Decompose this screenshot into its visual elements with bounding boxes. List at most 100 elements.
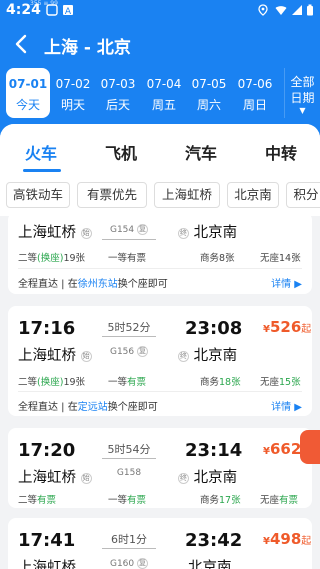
train-number: G154 复	[109, 224, 149, 235]
departure-time: 17:16	[18, 318, 76, 339]
content-panel: 火车 飞机 汽车 中转 高铁动车 有票优先 上海虹桥 北京南 积分 上海虹桥 始…	[0, 124, 320, 569]
app-notification-icon: A	[63, 5, 73, 16]
train-card[interactable]: 17:16 5时52分 23:08 ¥526起 上海虹桥 始 G156 复 终 …	[8, 306, 312, 416]
seat-standing: 无座14张	[260, 253, 301, 264]
departure-time: 17:20	[18, 440, 76, 461]
date-label: 07-04	[146, 77, 182, 91]
all-dates-button[interactable]: 全部日期 ▼	[284, 68, 320, 118]
title-bar: 上海 - 北京	[0, 28, 320, 60]
location-icon	[258, 4, 268, 16]
tab-bus[interactable]: 汽车	[185, 140, 217, 164]
seat-business: 商务18张	[200, 377, 241, 388]
route-line	[102, 458, 156, 459]
date-label: 07-06	[237, 77, 273, 91]
date-item-0704[interactable]: 07-04 周五	[142, 68, 186, 118]
date-item-0705[interactable]: 07-05 周六	[187, 68, 231, 118]
active-tab-indicator	[23, 169, 61, 172]
train-number: G156 复	[109, 346, 149, 357]
route-line	[102, 239, 156, 240]
train-number: G158	[116, 468, 142, 478]
date-label: 07-03	[100, 77, 136, 91]
arrival-time: 23:42	[185, 530, 243, 551]
day-label: 周六	[196, 98, 221, 112]
date-item-0702[interactable]: 07-02 明天	[51, 68, 95, 118]
filter-bar: 高铁动车 有票优先 上海虹桥 北京南 积分	[0, 176, 320, 216]
seat-standing: 无座有票	[260, 495, 299, 506]
transport-tabs: 火车 飞机 汽车 中转	[0, 124, 320, 176]
price: ¥498起	[263, 530, 312, 548]
day-label: 明天	[60, 98, 85, 112]
seat-first-class: 一等有票	[108, 495, 147, 506]
arrival-station: 北京南	[188, 560, 232, 569]
battery-icon	[307, 4, 313, 16]
tab-train[interactable]: 火车	[25, 140, 57, 164]
date-item-0703[interactable]: 07-03 后天	[96, 68, 140, 118]
departure-station: 上海虹桥 始	[18, 348, 92, 364]
train-number: G160 复	[109, 558, 149, 569]
seat-second-class: 二等有票	[18, 495, 57, 506]
terminal-tag: 终	[178, 472, 189, 484]
details-link[interactable]: 详情 ▶	[271, 275, 302, 290]
date-label: 07-02	[55, 77, 91, 91]
arrival-station: 终 北京南	[178, 470, 238, 486]
date-item-0706[interactable]: 07-06 周日	[233, 68, 277, 118]
fuxing-tag: 复	[137, 224, 149, 235]
filter-tickets-first[interactable]: 有票优先	[77, 182, 147, 208]
train-card[interactable]: 17:20 5时54分 23:14 ¥662起 上海虹桥 始 G158 终 北京…	[8, 428, 312, 508]
filter-high-speed[interactable]: 高铁动车	[6, 182, 70, 208]
divider	[18, 391, 302, 392]
play-arrow-icon: ▶	[294, 402, 302, 413]
svg-text:A: A	[65, 7, 72, 16]
seat-second-class: 二等(换座)19张	[18, 253, 86, 264]
seat-business: 商务8张	[200, 253, 235, 264]
date-selector: 07-01 今天 07-02 明天 07-03 后天 07-04 周五 07-05 周六 …	[0, 68, 320, 120]
play-arrow-icon: ▶	[294, 279, 302, 290]
divider	[18, 268, 302, 269]
duration: 5时54分	[107, 443, 151, 456]
arrival-time: 23:08	[185, 318, 243, 339]
filter-beijing-south[interactable]: 北京南	[227, 182, 279, 208]
wifi-icon	[275, 6, 287, 15]
route-line	[102, 548, 156, 549]
filter-shanghai-hongqiao[interactable]: 上海虹桥	[154, 182, 220, 208]
departure-station: 上海虹桥 始	[18, 470, 92, 486]
origin-tag: 始	[80, 227, 92, 239]
departure-station: 上海虹桥 始	[18, 225, 92, 241]
notification-icon	[46, 4, 58, 16]
origin-tag: 始	[80, 350, 92, 362]
status-bar: 4:24 355 ≡ 99 A	[0, 0, 320, 22]
train-card[interactable]: 上海虹桥 始 G154 复 终 北京南 二等(换座)19张 一等有票 商务8张 …	[8, 212, 312, 294]
day-label: 后天	[105, 98, 130, 112]
arrival-station: 终 北京南	[178, 225, 238, 241]
signal-icon	[292, 5, 302, 15]
seat-business: 商务17张	[200, 495, 241, 506]
date-label: 07-01	[8, 77, 48, 91]
promo-gift-icon[interactable]	[300, 430, 320, 464]
departure-time: 17:41	[18, 530, 76, 551]
back-arrow-icon[interactable]	[12, 32, 32, 56]
details-link[interactable]: 详情 ▶	[271, 398, 302, 413]
tab-flight[interactable]: 飞机	[105, 140, 137, 164]
arrival-station: 终 北京南	[178, 348, 238, 364]
page-title: 上海 - 北京	[44, 38, 131, 58]
seat-first-class: 一等有票	[108, 377, 147, 388]
all-dates-label-2: 日期	[290, 91, 315, 105]
transfer-note: 全程直达 | 在定远站换个座即可	[18, 402, 158, 413]
seat-second-class: 二等(换座)19张	[18, 377, 86, 388]
day-label: 周五	[151, 98, 176, 112]
terminal-tag: 终	[178, 350, 189, 362]
caret-down-icon: ▼	[299, 106, 306, 115]
route-line	[102, 336, 156, 337]
all-dates-label-1: 全部	[290, 75, 315, 89]
fuxing-tag: 复	[137, 346, 149, 357]
fuxing-tag: 复	[137, 558, 149, 569]
train-card[interactable]: 17:41 6时1分 23:42 ¥498起 上海虹桥 G160 复 北京南	[8, 518, 312, 569]
price: ¥526起	[263, 318, 312, 336]
date-item-0701[interactable]: 07-01 今天	[6, 68, 50, 118]
tab-transfer[interactable]: 中转	[265, 140, 297, 164]
date-label: 07-05	[191, 77, 227, 91]
filter-points[interactable]: 积分	[286, 182, 320, 208]
terminal-tag: 终	[178, 227, 189, 239]
day-label: 今天	[15, 98, 40, 112]
duration: 6时1分	[111, 533, 147, 546]
